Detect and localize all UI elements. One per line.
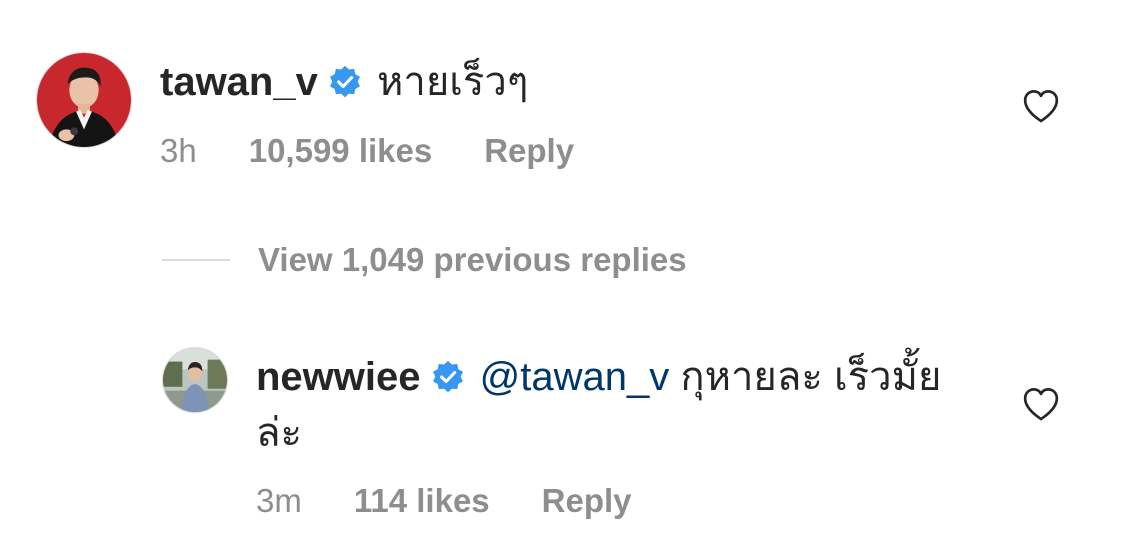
- heart-outline-icon[interactable]: [1022, 88, 1060, 124]
- comment-time: 3h: [160, 132, 197, 169]
- reply-time: 3m: [256, 482, 302, 519]
- comment-body: หายเร็วๆ: [376, 60, 529, 104]
- comment-reply-button[interactable]: Reply: [484, 131, 574, 171]
- reply-text-row-2: ล่ะ: [256, 409, 302, 457]
- reply-username[interactable]: newwiee: [256, 355, 421, 399]
- reply-reply-button[interactable]: Reply: [542, 481, 632, 521]
- avatar-image: [37, 53, 131, 147]
- avatar-tawan-v[interactable]: [36, 52, 132, 148]
- comment-text-row: tawan_v หายเร็วๆ: [160, 58, 528, 106]
- view-previous-replies-button[interactable]: View 1,049 previous replies: [162, 238, 687, 282]
- reply-body-line-1: กุหายละ เร็วมั้ย: [680, 355, 942, 399]
- avatar-image: [163, 348, 227, 412]
- reply-text-row-1: newwiee @tawan_v กุหายละ เร็วมั้ย: [256, 353, 941, 401]
- heart-outline-icon[interactable]: [1022, 386, 1060, 422]
- verified-badge-icon: [431, 360, 465, 394]
- comment-username[interactable]: tawan_v: [160, 60, 318, 104]
- avatar-newwiee[interactable]: [162, 347, 228, 413]
- reply-likes[interactable]: 114 likes: [354, 481, 490, 521]
- comment-likes[interactable]: 10,599 likes: [249, 131, 433, 171]
- reply-body-line-2: ล่ะ: [256, 411, 302, 455]
- replies-divider-line: [162, 259, 230, 261]
- view-previous-replies-label: View 1,049 previous replies: [258, 241, 687, 278]
- reply-meta: 3m 114 likes Reply: [256, 481, 632, 521]
- comment-meta: 3h 10,599 likes Reply: [160, 131, 574, 171]
- verified-badge-icon: [328, 65, 362, 99]
- reply-mention-link[interactable]: @tawan_v: [480, 355, 670, 399]
